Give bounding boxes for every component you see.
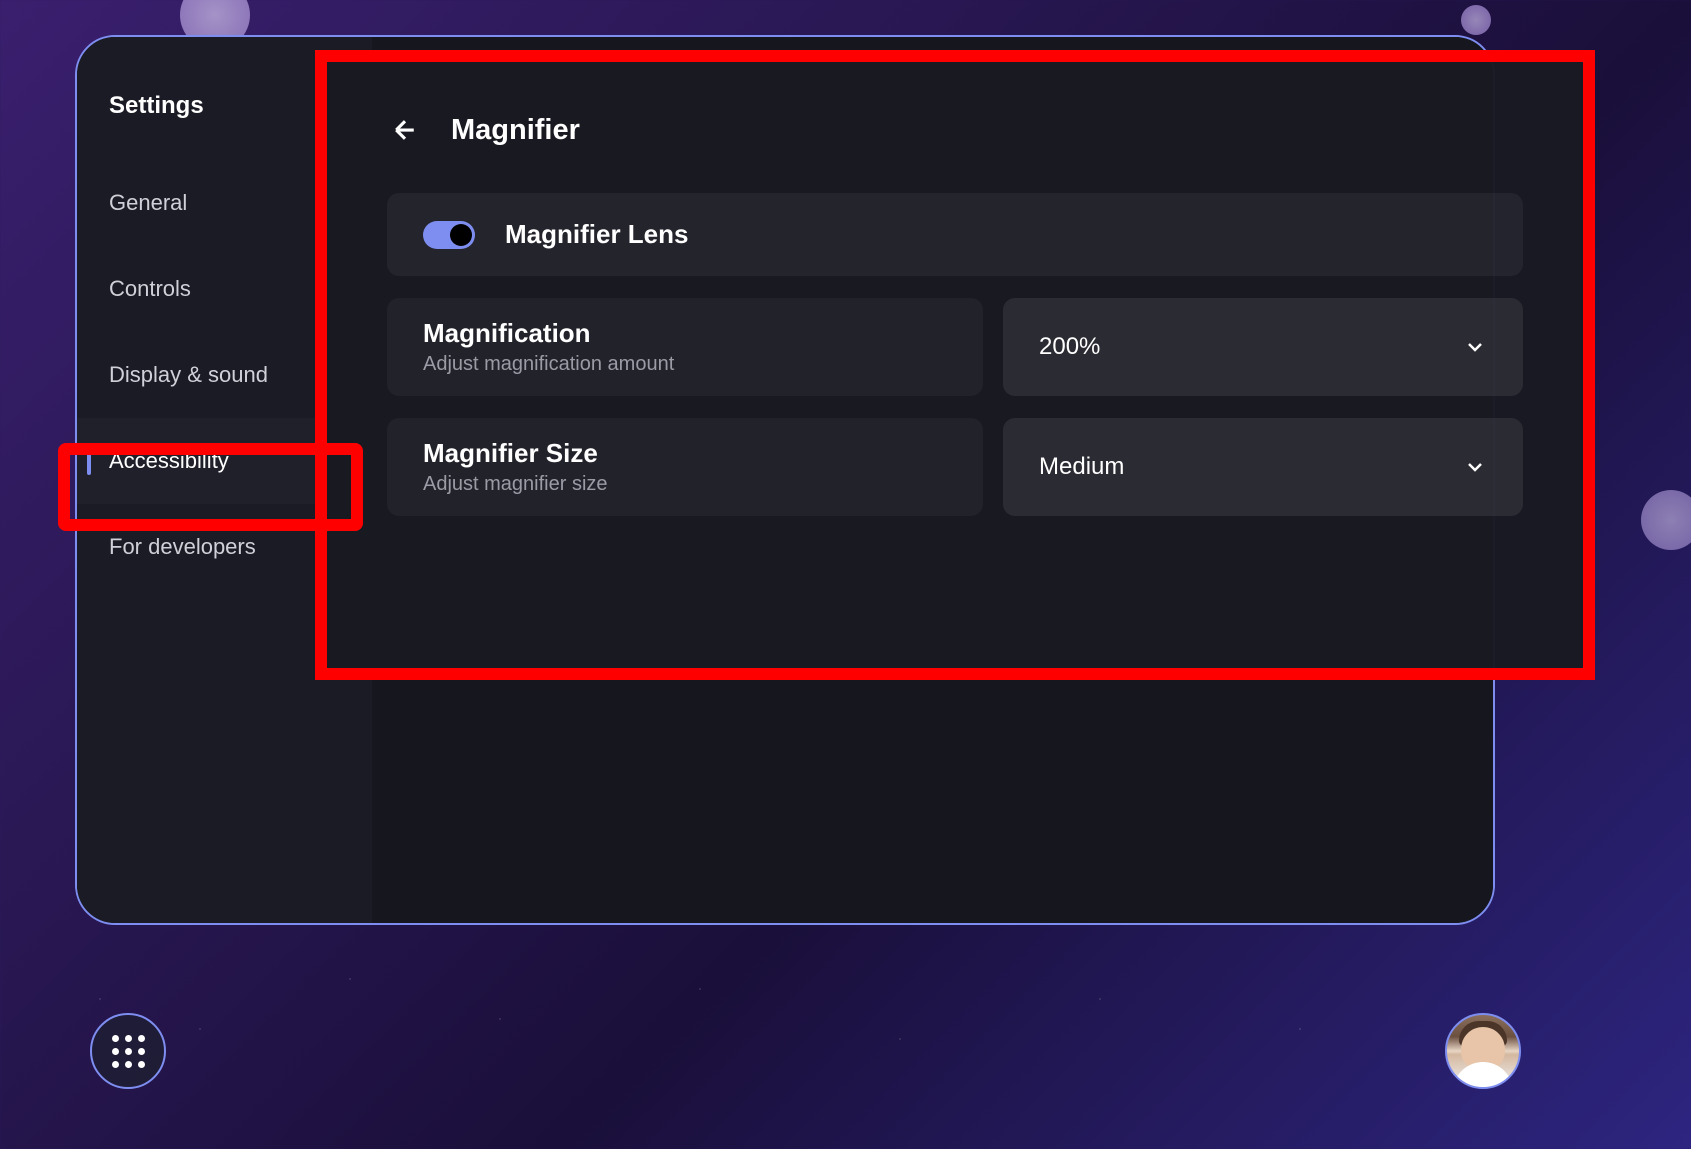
magnification-title: Magnification <box>423 318 947 349</box>
chevron-down-icon <box>1463 455 1487 479</box>
magnification-value: 200% <box>1039 333 1100 361</box>
magnifier-size-row: Magnifier Size Adjust magnifier size Med… <box>387 418 1523 516</box>
avatar <box>1453 1062 1513 1089</box>
magnifier-size-dropdown[interactable]: Medium <box>1003 418 1523 516</box>
toggle-knob <box>450 224 472 246</box>
magnification-dropdown[interactable]: 200% <box>1003 298 1523 396</box>
magnifier-lens-label: Magnifier Lens <box>505 219 688 250</box>
background-decoration <box>0 949 1691 1149</box>
magnifier-size-subtitle: Adjust magnifier size <box>423 473 947 496</box>
chevron-down-icon <box>1463 335 1487 359</box>
magnification-subtitle: Adjust magnification amount <box>423 353 947 376</box>
magnification-row: Magnification Adjust magnification amoun… <box>387 298 1523 396</box>
magnification-labels: Magnification Adjust magnification amoun… <box>387 298 983 396</box>
app-grid-icon <box>112 1035 145 1068</box>
background-decoration <box>1461 5 1491 35</box>
magnifier-panel: Magnifier Magnifier Lens Magnification A… <box>315 50 1595 680</box>
magnifier-size-title: Magnifier Size <box>423 438 947 469</box>
magnifier-lens-toggle[interactable] <box>423 221 475 249</box>
magnifier-size-value: Medium <box>1039 453 1124 481</box>
magnifier-lens-row: Magnifier Lens <box>387 193 1523 276</box>
back-arrow-icon[interactable] <box>387 112 423 148</box>
panel-title: Magnifier <box>451 114 580 147</box>
panel-header: Magnifier <box>387 112 1523 148</box>
background-decoration <box>1641 490 1691 550</box>
magnifier-size-labels: Magnifier Size Adjust magnifier size <box>387 418 983 516</box>
app-launcher-button[interactable] <box>90 1013 166 1089</box>
avatar-button[interactable] <box>1445 1013 1521 1089</box>
